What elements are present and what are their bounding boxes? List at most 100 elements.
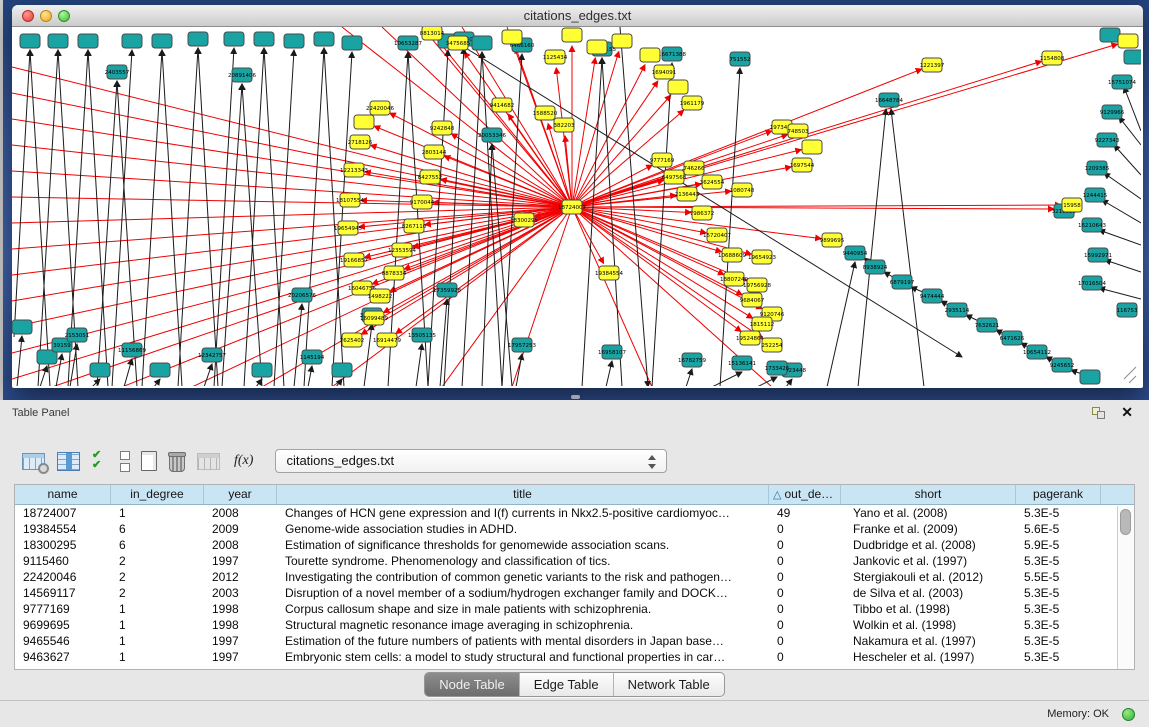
column-header-out_de[interactable]: △out_de… bbox=[769, 485, 841, 504]
network-node-yellow[interactable]: 1588520 bbox=[533, 106, 558, 120]
network-node-yellow[interactable]: 18107554 bbox=[336, 193, 364, 207]
network-node-teal[interactable]: 751552 bbox=[730, 52, 751, 66]
table-row[interactable]: 969969511998Structural magnetic resonanc… bbox=[15, 617, 1134, 633]
network-node-yellow[interactable]: 19654945 bbox=[334, 221, 362, 235]
network-node-teal[interactable]: 6879197 bbox=[890, 275, 915, 289]
table-row[interactable]: 946554611997Estimation of the future num… bbox=[15, 633, 1134, 649]
tab-network-table[interactable]: Network Table bbox=[613, 673, 724, 696]
network-node-yellow[interactable]: 3475685 bbox=[446, 36, 471, 50]
table-row[interactable]: 1872400712008Changes of HCN gene express… bbox=[15, 505, 1134, 521]
network-node-yellow[interactable]: 252254 bbox=[762, 338, 783, 352]
network-node-teal[interactable]: 17359928 bbox=[433, 283, 461, 297]
function-builder-icon[interactable]: f(x) bbox=[232, 453, 253, 469]
network-node-yellow[interactable]: 9777169 bbox=[650, 153, 675, 167]
network-node-yellow[interactable]: 1815112 bbox=[750, 317, 775, 331]
network-node-yellow[interactable]: 16914479 bbox=[373, 333, 401, 347]
network-node-yellow[interactable]: 9899695 bbox=[820, 233, 845, 247]
network-node-teal[interactable]: 13505135 bbox=[408, 328, 436, 342]
network-node-teal[interactable] bbox=[252, 363, 272, 377]
network-node-teal[interactable] bbox=[1100, 28, 1120, 42]
network-node-teal[interactable]: 9129966 bbox=[1100, 105, 1125, 119]
table-mode-icon[interactable] bbox=[22, 453, 45, 470]
network-node-teal[interactable]: 10654112 bbox=[1023, 345, 1051, 359]
network-node-yellow[interactable] bbox=[668, 80, 688, 94]
network-node-yellow[interactable] bbox=[640, 48, 660, 62]
network-node-teal[interactable]: 17016504 bbox=[1078, 276, 1106, 290]
network-node-yellow[interactable]: 15958 bbox=[1062, 198, 1082, 212]
network-node-teal[interactable]: 1209385 bbox=[1085, 161, 1110, 175]
network-node-teal[interactable]: 116753 bbox=[1117, 303, 1138, 317]
table-row[interactable]: 1938455462009Genome-wide association stu… bbox=[15, 521, 1134, 537]
network-node-teal[interactable] bbox=[224, 32, 244, 46]
new-table-icon[interactable] bbox=[141, 451, 157, 471]
network-node-yellow[interactable]: 1697544 bbox=[790, 158, 815, 172]
network-node-yellow[interactable]: 19654923 bbox=[748, 250, 776, 264]
network-node-yellow[interactable] bbox=[502, 30, 522, 44]
network-node-yellow[interactable]: 1221397 bbox=[920, 58, 945, 72]
column-header-in_degree[interactable]: in_degree bbox=[111, 485, 204, 504]
network-window-titlebar[interactable]: citations_edges.txt bbox=[12, 5, 1143, 27]
network-node-teal[interactable]: 16958107 bbox=[598, 345, 626, 359]
network-node-teal[interactable]: 17957253 bbox=[508, 338, 536, 352]
network-node-yellow[interactable]: 2136443 bbox=[675, 187, 700, 201]
network-node-teal[interactable]: 2403557 bbox=[105, 65, 130, 79]
network-node-teal[interactable]: 20891406 bbox=[228, 68, 256, 82]
network-node-teal[interactable]: 20053346 bbox=[478, 128, 506, 142]
network-node-yellow[interactable]: 12353594 bbox=[388, 243, 416, 257]
network-node-yellow[interactable]: 748503 bbox=[788, 124, 809, 138]
network-node-teal[interactable]: 15992971 bbox=[1084, 248, 1112, 262]
network-node-yellow[interactable]: 9414682 bbox=[490, 98, 515, 112]
network-node-yellow[interactable]: 1125434 bbox=[543, 50, 568, 64]
network-node-teal[interactable]: 1145194 bbox=[300, 350, 325, 364]
network-node-teal[interactable] bbox=[12, 320, 32, 334]
network-node-teal[interactable] bbox=[314, 32, 334, 46]
network-node-teal[interactable] bbox=[342, 36, 362, 50]
network-node-teal[interactable]: 12342757 bbox=[198, 348, 226, 362]
table-row[interactable]: 911546021997Tourette syndrome. Phenomeno… bbox=[15, 553, 1134, 569]
network-node-teal[interactable]: 1244415 bbox=[1083, 188, 1108, 202]
vertical-scrollbar[interactable] bbox=[1117, 506, 1134, 669]
network-node-teal[interactable]: 9440954 bbox=[843, 246, 868, 260]
network-node-yellow[interactable]: 3624554 bbox=[700, 175, 725, 189]
network-node-teal[interactable] bbox=[1080, 370, 1100, 384]
import-table-icon[interactable] bbox=[197, 453, 220, 470]
column-header-year[interactable]: year bbox=[204, 485, 277, 504]
network-node-teal[interactable] bbox=[90, 363, 110, 377]
network-node-teal[interactable]: 9227343 bbox=[1095, 133, 1120, 147]
network-node-teal[interactable]: 16671388 bbox=[658, 47, 686, 61]
network-node-yellow[interactable]: 2718126 bbox=[348, 135, 373, 149]
network-node-teal[interactable]: 7632621 bbox=[975, 318, 1000, 332]
network-node-teal[interactable] bbox=[20, 34, 40, 48]
column-header-short[interactable]: short bbox=[841, 485, 1016, 504]
network-node-teal[interactable]: 1733426 bbox=[765, 361, 790, 375]
network-node-yellow[interactable]: 12213343 bbox=[340, 163, 368, 177]
tab-edge-table[interactable]: Edge Table bbox=[519, 673, 613, 696]
network-node-teal[interactable] bbox=[150, 363, 170, 377]
network-node-yellow[interactable] bbox=[612, 34, 632, 48]
network-node-yellow[interactable]: 19384554 bbox=[595, 266, 623, 280]
network-node-teal[interactable]: 20206576 bbox=[288, 288, 316, 302]
network-node-yellow[interactable]: 6497568 bbox=[662, 170, 687, 184]
network-node-yellow[interactable] bbox=[562, 28, 582, 42]
scrollbar-thumb[interactable] bbox=[1120, 509, 1131, 535]
network-node-teal[interactable] bbox=[284, 34, 304, 48]
network-node-yellow[interactable]: 19166857 bbox=[340, 253, 368, 267]
resize-grip-icon[interactable] bbox=[1129, 376, 1136, 383]
network-node-teal[interactable]: 16648784 bbox=[875, 93, 903, 107]
network-node-teal[interactable] bbox=[188, 32, 208, 46]
network-node-teal[interactable]: 2935114 bbox=[945, 303, 970, 317]
network-node-teal[interactable]: 2153051 bbox=[65, 328, 90, 342]
network-node-yellow[interactable]: 16099489 bbox=[360, 311, 388, 325]
network-node-teal[interactable] bbox=[332, 363, 352, 377]
network-node-yellow[interactable]: 1961179 bbox=[680, 96, 705, 110]
network-node-teal[interactable]: 16782759 bbox=[678, 353, 706, 367]
network-node-teal[interactable]: 10653287 bbox=[394, 36, 422, 50]
table-row[interactable]: 977716911998Corpus callosum shape and si… bbox=[15, 601, 1134, 617]
network-node-yellow[interactable]: 19524861 bbox=[736, 331, 764, 345]
network-node-teal[interactable] bbox=[1124, 50, 1141, 64]
network-node-teal[interactable]: 6471626 bbox=[1000, 331, 1025, 345]
network-node-teal[interactable] bbox=[254, 32, 274, 46]
network-node-yellow[interactable] bbox=[587, 40, 607, 54]
network-svg[interactable]: 2403557208914061065328715276026466160107… bbox=[12, 27, 1141, 386]
network-node-yellow[interactable]: 8427552 bbox=[418, 170, 443, 184]
